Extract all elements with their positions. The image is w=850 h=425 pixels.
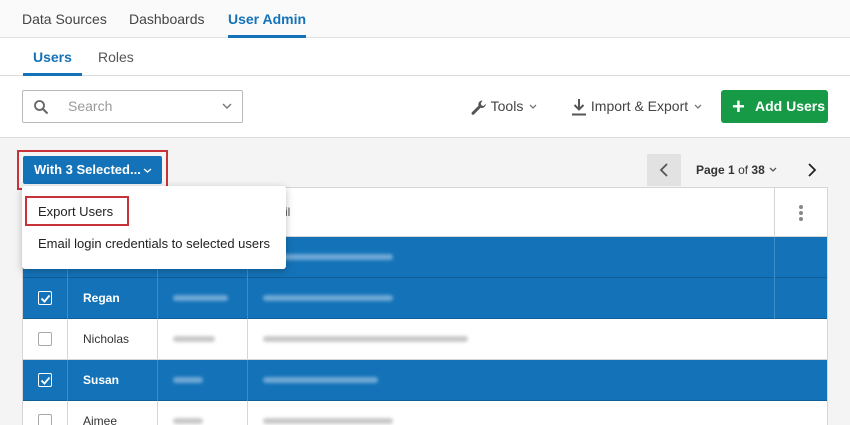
tab-data-sources[interactable]: Data Sources [22,0,107,38]
first-name-cell: Susan [83,373,120,387]
chevron-down-icon [143,168,152,173]
wrench-icon [471,100,486,115]
search-icon [34,100,49,115]
add-users-button[interactable]: + Add Users [721,90,828,123]
last-name-cell [173,336,215,342]
add-users-label: Add Users [755,98,826,114]
chevron-down-icon [694,104,702,110]
table-row[interactable]: Regan [23,278,827,319]
page-indicator[interactable]: Page 1 of 38 [696,154,765,186]
first-name-cell: Nicholas [83,332,130,346]
import-export-label: Import & Export [590,98,689,114]
with-selected-label: With 3 Selected... [34,162,141,177]
first-name-cell: Regan [83,291,120,305]
chevron-left-icon [659,163,668,177]
tab-dashboards[interactable]: Dashboards [129,0,205,38]
search-input[interactable]: Search [22,90,243,123]
toolbar: Search Tools Import & Export + Add Users [0,76,850,138]
chevron-down-icon [222,103,232,109]
page-prefix: Page [696,163,725,177]
chevron-down-icon [529,104,537,110]
next-page-button[interactable] [800,154,824,186]
tools-label: Tools [490,98,524,114]
top-nav: Data Sources Dashboards User Admin [0,0,850,38]
page-of: of [738,163,749,177]
search-placeholder: Search [68,98,113,114]
page-total: 38 [751,163,765,177]
download-icon [572,99,586,116]
row-checkbox[interactable] [38,332,52,346]
selection-menu: Export Users Email login credentials to … [22,186,286,269]
email-cell [263,336,468,342]
table-row[interactable]: Susan [23,360,827,401]
menu-item-email-credentials[interactable]: Email login credentials to selected user… [38,236,270,251]
row-checkbox[interactable] [38,373,52,387]
table-row[interactable]: Nicholas [23,319,827,360]
kebab-icon[interactable] [774,188,827,237]
prev-page-button[interactable] [647,154,681,186]
checkmark-icon [40,294,51,303]
with-selected-button[interactable]: With 3 Selected... [23,156,162,184]
email-cell [263,377,378,383]
tab-roles[interactable]: Roles [98,38,134,76]
last-name-cell [173,377,203,383]
chevron-down-icon[interactable] [768,165,778,175]
row-checkbox[interactable] [38,414,52,425]
last-name-cell [173,418,203,424]
plus-icon: + [732,94,745,119]
table-row[interactable]: Aimee [23,401,827,425]
last-name-cell [173,295,228,301]
import-export-button[interactable]: Import & Export [571,92,704,120]
chevron-right-icon [808,163,817,177]
tab-user-admin[interactable]: User Admin [228,0,307,38]
checkmark-icon [40,376,51,385]
sub-nav: Users Roles [0,38,850,76]
tools-button[interactable]: Tools [470,92,539,120]
first-name-cell: Aimee [83,414,118,425]
row-checkbox[interactable] [38,291,52,305]
selection-highlight: With 3 Selected... [17,150,168,190]
email-cell [268,254,393,260]
page-current: 1 [728,163,735,177]
menu-item-export-users[interactable]: Export Users [38,204,113,219]
email-cell [263,295,393,301]
email-cell [263,418,393,424]
tab-users[interactable]: Users [23,38,82,76]
